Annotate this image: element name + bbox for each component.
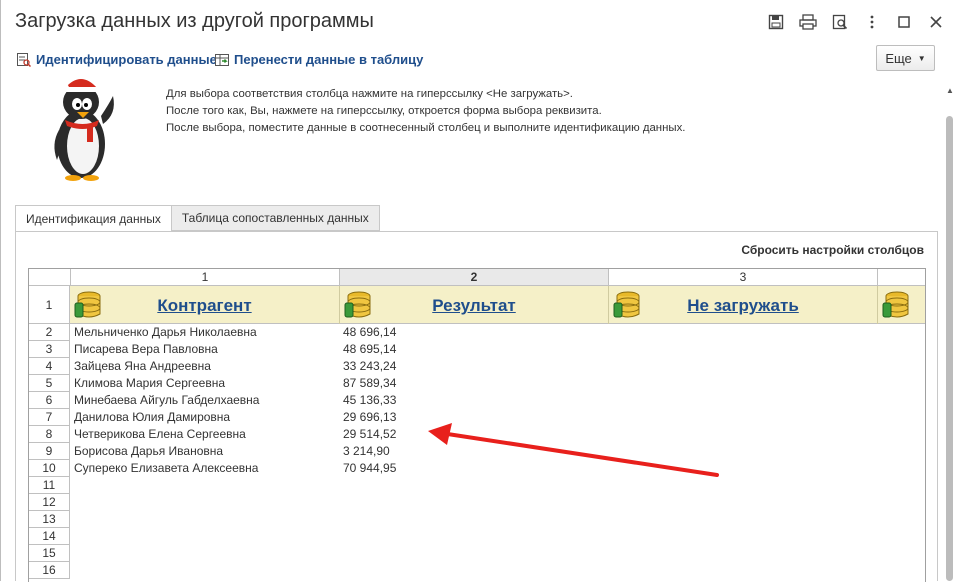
row-number: 13 (29, 511, 70, 528)
tab-matched-data[interactable]: Таблица сопоставленных данных (170, 205, 380, 231)
row-number: 3 (29, 341, 70, 358)
row-number: 15 (29, 545, 70, 562)
cell-result[interactable]: 29 696,13 (343, 410, 396, 424)
table-transfer-icon (215, 53, 229, 66)
cell-counterparty[interactable]: Климова Мария Сергеевна (74, 376, 225, 390)
title-bar: Загрузка данных из другой программы (1, 0, 957, 44)
column-header-cell: Контрагент (70, 286, 339, 324)
save-icon[interactable] (766, 12, 786, 32)
more-vert-icon[interactable] (862, 12, 882, 32)
command-bar: Идентифицировать данные Перенести данные… (1, 44, 957, 74)
penguin-mascot-image (51, 74, 121, 189)
tab-strip: Идентификация данных Таблица сопоставлен… (15, 205, 380, 232)
preview-icon[interactable] (830, 12, 850, 32)
row-number: 12 (29, 494, 70, 511)
more-label: Еще (885, 50, 912, 66)
data-grid[interactable]: 1 2 3 1 Контрагент Результат Не загружат… (28, 268, 926, 582)
column-header-cell (877, 286, 925, 324)
chevron-down-icon: ▼ (917, 53, 926, 63)
row-number: 8 (29, 426, 70, 443)
window-title: Загрузка данных из другой программы (15, 10, 374, 32)
reset-columns-button[interactable]: Сбросить настройки столбцов (741, 243, 924, 257)
instructions-text: Для выбора соответствия столбца нажмите … (166, 76, 685, 137)
cell-result[interactable]: 3 214,90 (343, 444, 390, 458)
column-number-1[interactable]: 1 (71, 269, 340, 286)
vertical-scrollbar[interactable]: ▲ (945, 86, 954, 581)
cell-result[interactable]: 48 695,14 (343, 342, 396, 356)
maximize-icon[interactable] (894, 12, 914, 32)
more-button[interactable]: Еще ▼ (876, 45, 935, 71)
cell-counterparty[interactable]: Мельниченко Дарья Николаевна (74, 325, 257, 339)
instructions-line-1: Для выбора соответствия столбца нажмите … (166, 88, 573, 100)
column-header-link[interactable]: Контрагент (70, 296, 339, 316)
column-header-cell: Не загружать (608, 286, 877, 324)
instructions-line-cut (166, 76, 685, 86)
cell-result[interactable]: 45 136,33 (343, 393, 396, 407)
scrollbar-thumb[interactable] (946, 116, 953, 581)
row-number: 5 (29, 375, 70, 392)
row-number: 16 (29, 562, 70, 579)
dialog-window: Загрузка данных из другой программы Иден… (0, 0, 957, 582)
cell-counterparty[interactable]: Четверикова Елена Сергеевна (74, 427, 246, 441)
column-number-3[interactable]: 3 (609, 269, 878, 286)
instructions-line-3: После выбора, поместите данные в соотнес… (166, 122, 686, 134)
row-number: 1 (29, 286, 70, 324)
cell-counterparty[interactable]: Данилова Юлия Дамировна (74, 410, 230, 424)
column-mapping-row: Контрагент Результат Не загружать (70, 286, 925, 324)
instructions-line-2: После того как, Вы, нажмете на гиперссыл… (166, 105, 602, 117)
cell-counterparty[interactable]: Борисова Дарья Ивановна (74, 444, 223, 458)
cell-result[interactable]: 48 696,14 (343, 325, 396, 339)
identify-data-label: Идентифицировать данные (36, 52, 217, 67)
row-number: 6 (29, 392, 70, 409)
scroll-up-icon[interactable]: ▲ (946, 86, 954, 95)
row-number: 10 (29, 460, 70, 477)
transfer-data-button[interactable]: Перенести данные в таблицу (215, 52, 423, 67)
grid-corner (29, 269, 71, 286)
row-number: 9 (29, 443, 70, 460)
print-icon[interactable] (798, 12, 818, 32)
cell-counterparty[interactable]: Минебаева Айгуль Габделхаевна (74, 393, 259, 407)
column-header-cell: Результат (339, 286, 608, 324)
row-number: 4 (29, 358, 70, 375)
cell-counterparty[interactable]: Писарева Вера Павловна (74, 342, 218, 356)
cell-counterparty[interactable]: Супереко Елизавета Алексеевна (74, 461, 258, 475)
row-number: 14 (29, 528, 70, 545)
column-header-link[interactable]: Не загружать (609, 296, 877, 316)
tab-panel: Сбросить настройки столбцов 1 2 3 1 Конт… (15, 231, 938, 582)
cell-result[interactable]: 70 944,95 (343, 461, 396, 475)
close-icon[interactable] (926, 12, 946, 32)
identify-data-button[interactable]: Идентифицировать данные (17, 52, 217, 67)
column-number-4[interactable] (878, 269, 925, 286)
identify-icon (17, 52, 31, 67)
transfer-data-label: Перенести данные в таблицу (234, 52, 424, 67)
row-number: 7 (29, 409, 70, 426)
tab-identification[interactable]: Идентификация данных (15, 205, 172, 232)
row-number: 2 (29, 324, 70, 341)
row-number: 11 (29, 477, 70, 494)
database-icon (882, 291, 909, 318)
cell-result[interactable]: 87 589,34 (343, 376, 396, 390)
column-header-link[interactable]: Результат (340, 296, 608, 316)
window-controls (766, 12, 946, 32)
cell-result[interactable]: 33 243,24 (343, 359, 396, 373)
column-number-2[interactable]: 2 (340, 269, 609, 286)
cell-counterparty[interactable]: Зайцева Яна Андреевна (74, 359, 211, 373)
cell-result[interactable]: 29 514,52 (343, 427, 396, 441)
